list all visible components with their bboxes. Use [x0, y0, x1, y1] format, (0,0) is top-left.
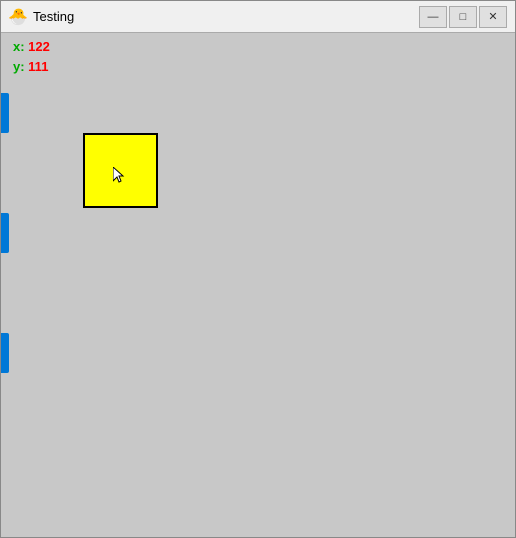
app-icon: 🐣: [9, 8, 27, 26]
window-body: x: 122 y: 111: [1, 33, 515, 537]
title-bar: 🐣 Testing — □ ✕: [1, 1, 515, 33]
y-label: y:: [13, 59, 28, 74]
side-tab-3[interactable]: [1, 333, 9, 373]
left-panel: [1, 93, 9, 373]
yellow-rectangle[interactable]: [83, 133, 158, 208]
coord-x-display: x: 122: [13, 39, 50, 54]
window-title: Testing: [33, 9, 419, 24]
x-value: 122: [28, 39, 50, 54]
cursor-icon: [113, 167, 127, 185]
close-button[interactable]: ✕: [479, 6, 507, 28]
maximize-button[interactable]: □: [449, 6, 477, 28]
coord-y-display: y: 111: [13, 59, 48, 74]
side-tab-1[interactable]: [1, 93, 9, 133]
window-controls: — □ ✕: [419, 6, 507, 28]
minimize-button[interactable]: —: [419, 6, 447, 28]
side-tab-2[interactable]: [1, 213, 9, 253]
main-window: 🐣 Testing — □ ✕ x: 122 y: 111: [0, 0, 516, 538]
x-label: x:: [13, 39, 28, 54]
y-value: 111: [28, 59, 48, 74]
